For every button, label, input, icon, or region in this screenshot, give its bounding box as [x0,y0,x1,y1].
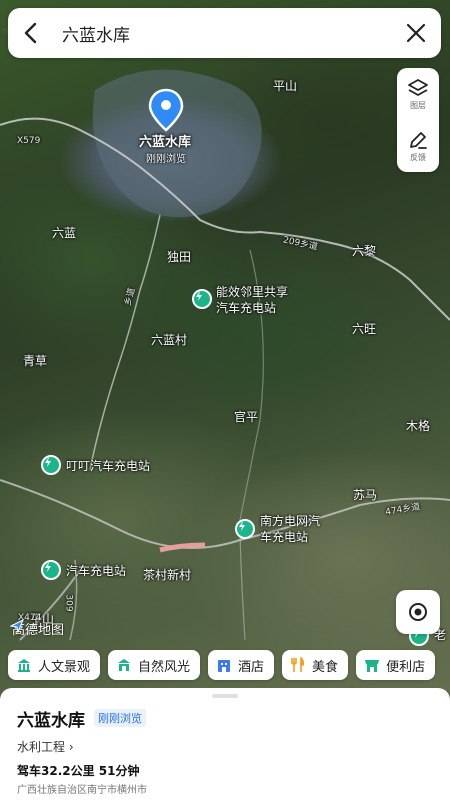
ev-station-label-2[interactable]: 叮叮汽车充电站 [66,457,150,474]
layers-icon [408,78,428,96]
chip-landmark[interactable]: 人文景观 [8,650,101,680]
nature-icon [118,659,131,671]
map-label-pingshan: 平山 [273,79,298,93]
food-icon [291,657,305,672]
chip-label: 便利店 [386,659,426,675]
chip-label: 自然风光 [138,659,191,675]
map-roads [0,18,450,641]
map-view[interactable]: 平山 六蓝 独田 六黎 六蓝村 六旺 青草 官平 木格 苏马 茶村新村 平山 老… [0,0,450,800]
map-label-guanping: 官平 [234,410,259,424]
ev-station-icon[interactable] [41,560,61,580]
ev-station-icon[interactable] [235,519,255,539]
road-label-x579: X579 [17,136,41,146]
drive-info: 驾车32.2公里 51分钟 [17,764,140,778]
store-icon [365,660,380,672]
ev-station-icon[interactable] [41,455,61,475]
map-label-dutian: 独田 [167,250,192,264]
chip-food[interactable]: 美食 [282,650,349,680]
ev-station-icon[interactable] [192,289,212,309]
amap-logo-icon [10,619,24,633]
sheet-drag-handle[interactable] [212,694,238,698]
road-label-309: 309 [63,594,74,612]
map-label-muge: 木格 [406,419,431,433]
place-title: 六蓝水库 [17,711,85,731]
landmark-icon [18,659,30,672]
chip-label: 人文景观 [38,659,91,675]
hotel-icon [218,660,231,672]
category-chips: 人文景观 自然风光 酒店 美食 便利店 [8,650,436,680]
back-button[interactable] [8,8,52,58]
feedback-label: 反馈 [410,152,426,162]
layers-label: 图层 [410,100,426,110]
chip-nature[interactable]: 自然风光 [108,650,201,680]
ev-station-label-4[interactable]: 汽车充电站 [66,562,126,579]
search-bar[interactable]: 六蓝水库 [8,8,441,58]
layers-button[interactable]: 图层 [397,68,439,120]
place-detail-sheet[interactable]: 六蓝水库 刚刚浏览 水利工程 › 驾车32.2公里 51分钟 广西壮族自治区南宁… [0,688,450,800]
close-icon [406,23,426,43]
ev-station-label-3[interactable]: 南方电网汽 车充电站 [260,513,320,545]
edit-pen-icon [410,131,427,149]
map-label-liuwang: 六旺 [352,322,377,336]
location-pin-icon[interactable] [148,88,184,132]
map-tools-panel: 图层 反馈 [397,68,439,172]
locate-icon [409,603,427,621]
chip-hotel[interactable]: 酒店 [208,650,275,680]
place-address: 广西壮族自治区南宁市横州市 [17,785,147,796]
map-label-liulan: 六蓝 [52,226,77,240]
chip-label: 美食 [312,659,339,675]
chip-label: 酒店 [238,659,265,675]
chip-store[interactable]: 便利店 [356,650,436,680]
map-label-liuli: 六黎 [352,244,377,258]
chevron-left-icon [24,22,37,44]
map-label-qingcao: 青草 [23,354,48,368]
map-label-chacun: 茶村新村 [143,568,192,582]
feedback-button[interactable]: 反馈 [397,120,439,172]
map-label-suma: 苏马 [353,488,378,502]
locate-button[interactable] [396,590,440,634]
map-label-liulancun: 六蓝村 [151,333,188,347]
place-category-link[interactable]: 水利工程 › [17,738,74,755]
amap-logo: 高德地图 [10,619,64,638]
search-input[interactable]: 六蓝水库 [52,21,391,46]
close-button[interactable] [391,8,441,58]
recent-badge: 刚刚浏览 [94,709,146,727]
pin-place-subtitle: 刚刚浏览 [146,154,186,165]
ev-station-label-1[interactable]: 能效邻里共享 汽车充电站 [216,284,288,316]
pin-place-name[interactable]: 六蓝水库 [139,131,191,150]
